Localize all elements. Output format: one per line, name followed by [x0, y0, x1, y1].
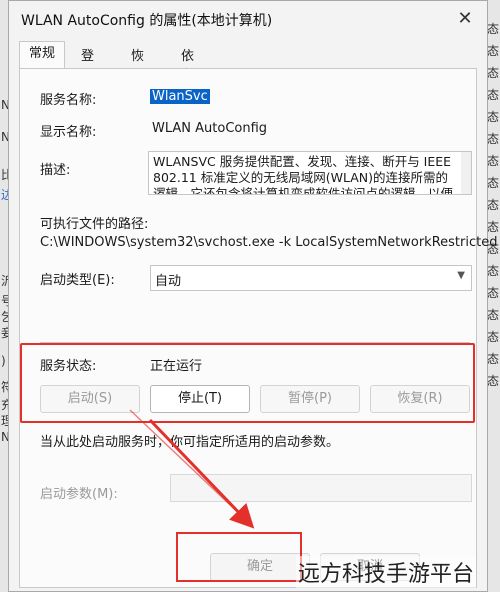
- arrow-line-faint: [129, 409, 247, 521]
- annotation-arrow: [129, 409, 255, 529]
- arrow-line: [148, 418, 255, 529]
- watermark: 远方科技手游平台: [296, 556, 477, 588]
